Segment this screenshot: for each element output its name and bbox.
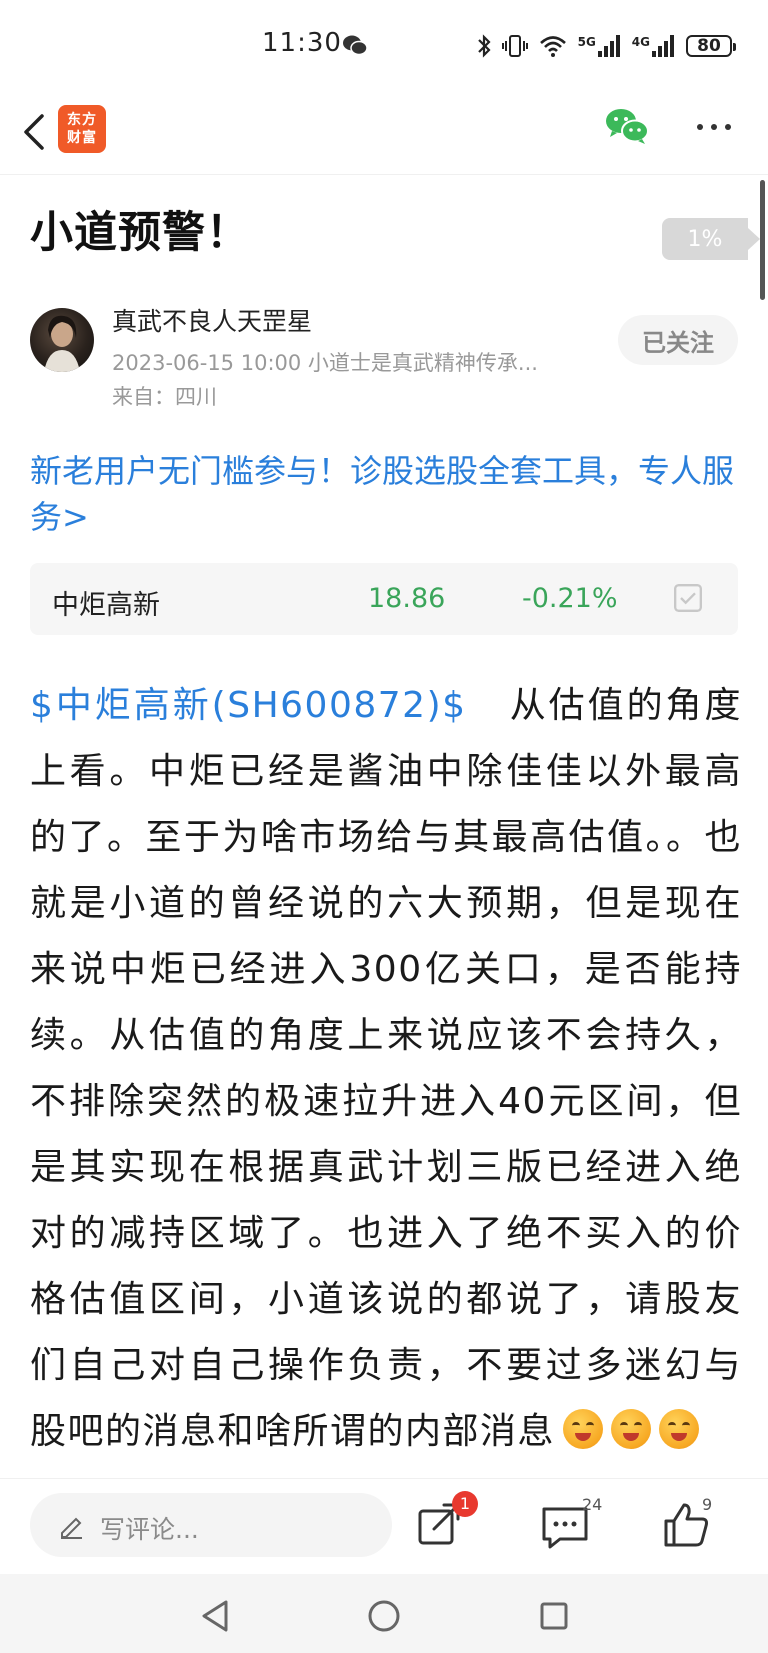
comment-placeholder: 写评论... xyxy=(100,1515,199,1544)
signal-icon xyxy=(652,35,674,57)
status-bar: 11:30 5G 4G 80 xyxy=(0,0,768,92)
signal-5g: 5G xyxy=(578,35,622,57)
bluetooth-icon xyxy=(477,34,491,58)
battery-icon: 80 xyxy=(686,35,736,57)
likes-count: 9 xyxy=(702,1495,713,1514)
body-spacer xyxy=(481,685,510,726)
follow-button[interactable]: 已关注 xyxy=(618,315,738,365)
read-progress-badge: 1% xyxy=(662,218,760,260)
stock-change: -0.21% xyxy=(522,583,618,614)
network-label-4g: 4G xyxy=(631,35,650,49)
post-location: 来自：四川 xyxy=(112,385,217,409)
wifi-icon xyxy=(539,36,566,57)
wechat-share-icon[interactable] xyxy=(604,106,650,146)
wechat-notification-icon xyxy=(343,35,368,56)
home-circle-icon[interactable] xyxy=(364,1596,404,1636)
stock-name: 中炬高新 xyxy=(52,590,160,621)
network-label-5g: 5G xyxy=(577,35,596,49)
status-icons: 5G 4G 80 xyxy=(476,30,736,62)
status-time: 11:30 xyxy=(262,28,342,58)
bottom-action-bar: 写评论... 1 24 9 xyxy=(0,1478,768,1575)
stock-price: 18.86 xyxy=(368,583,446,614)
signal-icon xyxy=(597,35,620,57)
author-name[interactable]: 真武不良人天罡星 xyxy=(112,302,312,338)
signal-4g: 4G xyxy=(632,35,676,57)
pencil-icon xyxy=(61,1517,82,1539)
back-triangle-icon[interactable] xyxy=(196,1596,236,1636)
vibrate-icon xyxy=(501,35,528,57)
more-dots-icon[interactable] xyxy=(692,112,736,142)
share-badge: 1 xyxy=(452,1491,478,1517)
post-meta: 2023-06-15 10:00 小道士是真武精神传承... xyxy=(112,351,538,375)
logo-line-2: 财富 xyxy=(67,130,97,146)
hug-emoji-icon xyxy=(611,1409,652,1449)
avatar-image xyxy=(44,315,80,372)
back-arrow-icon[interactable] xyxy=(14,104,58,160)
promo-link[interactable]: 新老用户无门槛参与！诊股选股全套工具，专人服务> xyxy=(30,448,740,540)
top-nav-bar: 东方 财富 xyxy=(0,92,768,175)
article-body-text: 从估值的角度上看。中炬已经是酱油中除佳佳以外最高的了。至于为啥市场给与其最高估值… xyxy=(30,685,742,1452)
add-watchlist-check-icon[interactable] xyxy=(674,584,702,612)
article-body: $中炬高新(SH600872)$ 从估值的角度上看。中炬已经是酱油中除佳佳以外最… xyxy=(30,673,742,1465)
article-page: 11:30 5G 4G 80 东方 财富 小道预警！ 1% 真武不良人天罡星 2… xyxy=(0,0,768,1653)
logo-line-1: 东方 xyxy=(67,112,97,128)
eastmoney-logo: 东方 财富 xyxy=(58,105,106,153)
emoji-row xyxy=(555,1409,700,1452)
comment-input[interactable]: 写评论... xyxy=(30,1493,392,1557)
stock-tag-link[interactable]: $中炬高新(SH600872)$ xyxy=(30,685,467,726)
recents-square-icon[interactable] xyxy=(534,1596,574,1636)
author-avatar[interactable] xyxy=(30,308,94,372)
comments-count: 24 xyxy=(582,1495,603,1514)
system-nav-bar xyxy=(0,1574,768,1653)
article-title: 小道预警！ xyxy=(30,208,250,258)
hug-emoji-icon xyxy=(563,1409,604,1449)
scroll-indicator[interactable] xyxy=(760,180,765,300)
stock-card[interactable]: 中炬高新 18.86 -0.21% xyxy=(30,563,738,635)
hug-emoji-icon xyxy=(659,1409,700,1449)
